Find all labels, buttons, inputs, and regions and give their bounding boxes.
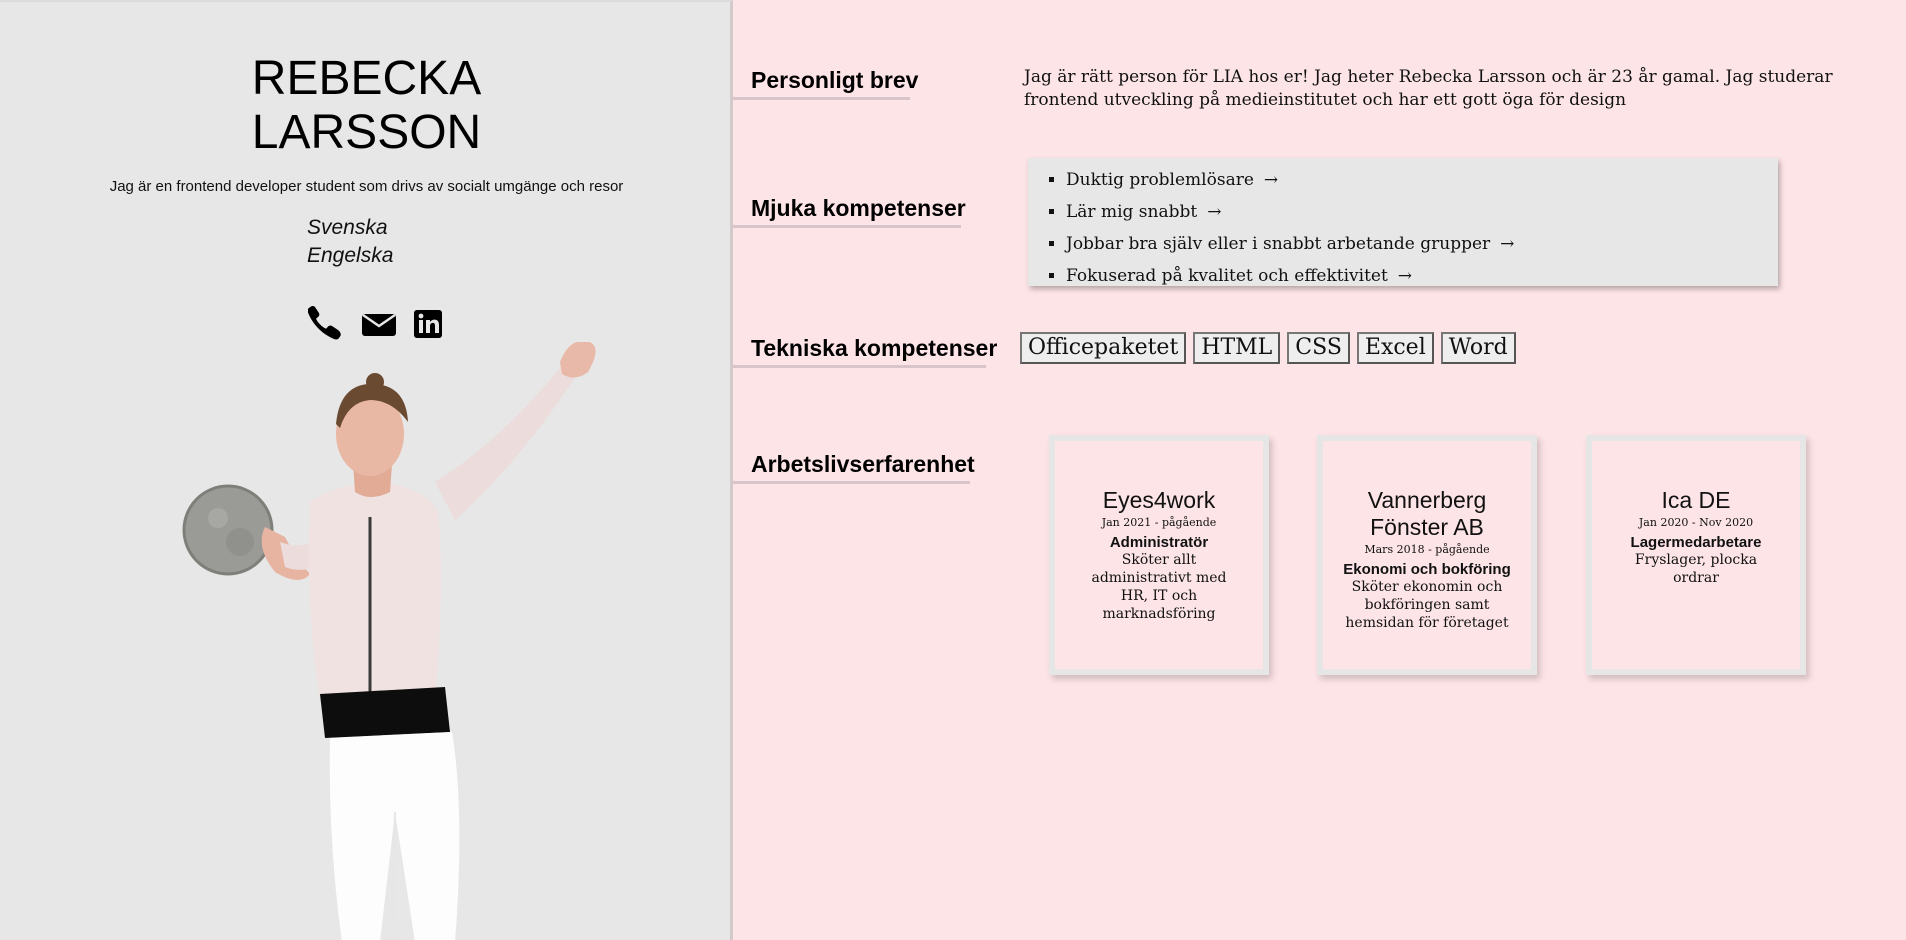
job-company: Ica DE (1661, 487, 1731, 513)
email-link[interactable] (360, 306, 400, 342)
languages-list: Svenska Engelska (307, 214, 393, 270)
heading-soft-skills: Mjuka kompetenser (733, 195, 966, 228)
arrow-right-icon: → (1500, 234, 1515, 254)
job-description: Sköter ekonomin och bokföringen samt hem… (1345, 579, 1509, 631)
skill-tag: HTML (1193, 332, 1281, 364)
list-item: Duktig problemlösare→ (1066, 164, 1778, 196)
list-item: Lär mig snabbt→ (1066, 196, 1778, 228)
linkedin-link[interactable] (412, 306, 452, 342)
list-item: Fokuserad på kvalitet och effektivitet→ (1066, 260, 1778, 292)
arrow-right-icon: → (1207, 202, 1222, 222)
job-card: Vannerberg Fönster AB Mars 2018 - pågåen… (1317, 435, 1537, 675)
name-line-2: LARSSON (251, 106, 482, 159)
skill-tag: Officepaketet (1020, 332, 1187, 364)
heading-underline (733, 365, 986, 368)
job-period: Mars 2018 - pågående (1364, 543, 1490, 556)
job-role: Administratör (1109, 534, 1209, 551)
profile-sidebar: REBECKA LARSSON Jag är en frontend devel… (0, 0, 733, 940)
job-card: Ica DE Jan 2020 - Nov 2020 Lagermedarbet… (1586, 435, 1806, 675)
personal-letter-text: Jag är rätt person för LIA hos er! Jag h… (1024, 67, 1833, 110)
profile-tagline: Jag är en frontend developer student som… (109, 178, 624, 195)
tech-skills-tags: Officepaketet HTML CSS Excel Word (1020, 332, 1516, 364)
heading-tech-skills: Tekniska kompetenser (733, 335, 997, 368)
contact-links (308, 306, 452, 342)
language-item: Engelska (307, 244, 394, 267)
job-description: Fryslager, plocka ordrar (1634, 552, 1758, 586)
main-content: Personligt brev Jag är rätt person för L… (733, 0, 1906, 940)
job-role: Lagermedarbetare (1630, 534, 1762, 551)
soft-skills-list: Duktig problemlösare→ Lär mig snabbt→ Jo… (1028, 158, 1778, 292)
name-line-1: REBECKA (251, 52, 482, 105)
skill-tag: CSS (1287, 332, 1350, 364)
phone-link[interactable] (308, 306, 348, 342)
envelope-icon (362, 314, 396, 336)
heading-underline (733, 481, 970, 484)
skill-tag: Excel (1356, 332, 1434, 364)
job-period: Jan 2021 - pågående (1101, 516, 1217, 529)
job-card: Eyes4work Jan 2021 - pågående Administra… (1049, 435, 1269, 675)
list-item: Jobbar bra själv eller i snabbt arbetand… (1066, 228, 1778, 260)
heading-underline (733, 225, 961, 228)
job-company: Eyes4work (1102, 487, 1216, 513)
linkedin-icon (414, 310, 442, 338)
soft-skills-panel: Duktig problemlösare→ Lär mig snabbt→ Jo… (1028, 158, 1778, 286)
language-item: Svenska (307, 216, 388, 239)
arrow-right-icon: → (1263, 170, 1279, 190)
heading-personal-letter: Personligt brev (733, 67, 918, 100)
job-description: Sköter allt administrativt med HR, IT oc… (1091, 552, 1227, 622)
job-period: Jan 2020 - Nov 2020 (1638, 516, 1754, 529)
job-company: Vannerberg Fönster AB (1367, 487, 1487, 540)
heading-experience: Arbetslivserfarenhet (733, 451, 975, 484)
phone-icon (308, 306, 341, 340)
arrow-right-icon: → (1397, 266, 1413, 286)
skill-tag: Word (1440, 332, 1516, 364)
heading-underline (733, 97, 910, 100)
profile-photo (182, 342, 596, 940)
profile-name: REBECKA LARSSON (0, 52, 730, 160)
job-role: Ekonomi och bokföring (1343, 561, 1511, 578)
